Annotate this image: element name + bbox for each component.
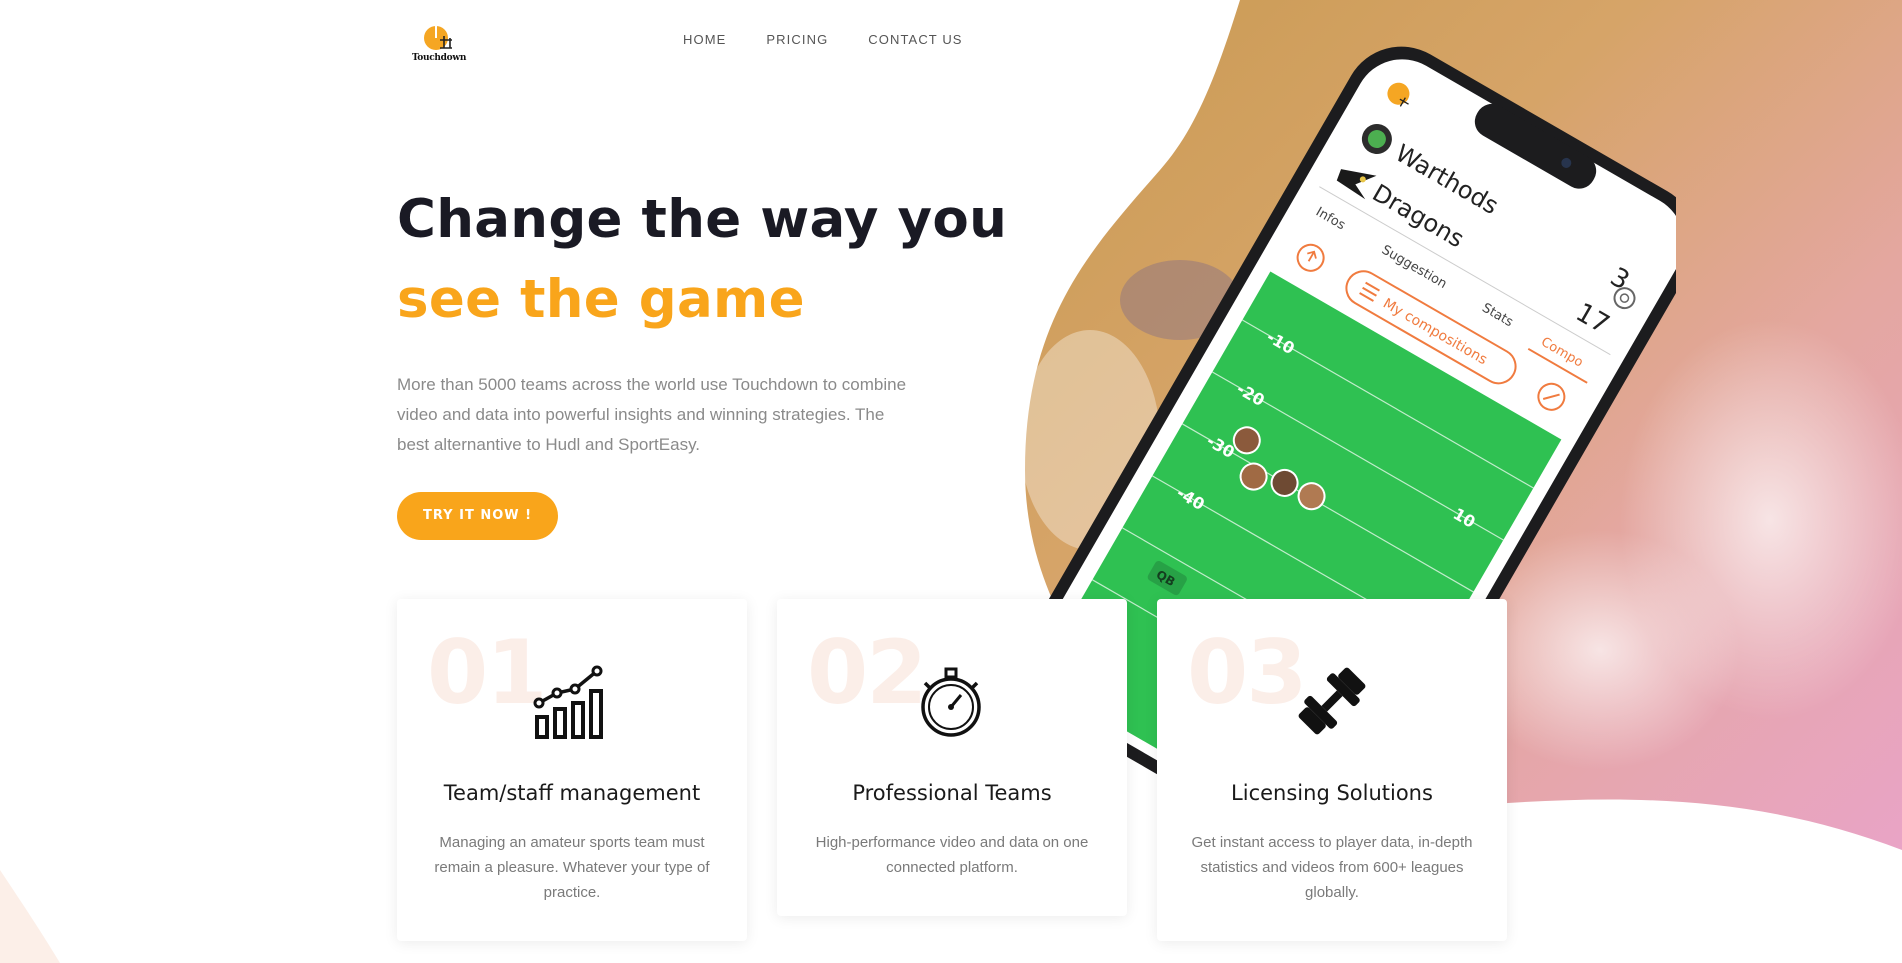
chart-growth-icon: [533, 665, 603, 739]
feature-title: Team/staff management: [443, 781, 701, 805]
feature-card: 01 Team/staff management Managing an ama…: [397, 599, 747, 941]
nav-pricing[interactable]: PRICING: [766, 32, 828, 47]
brand-name: Touchdown: [411, 53, 467, 63]
stopwatch-icon: [921, 667, 981, 737]
feature-title: Professional Teams: [852, 781, 1052, 805]
navbar: Touchdown HOME PRICING CONTACT US: [0, 0, 1902, 80]
main-nav: HOME PRICING CONTACT US: [683, 32, 1003, 47]
feature-description: High-performance video and data on one c…: [815, 834, 1089, 876]
hero-section: Change the way you see the game More tha…: [397, 188, 1008, 540]
feature-card: 03 Licensing Solutions Get instant acces…: [1157, 599, 1507, 941]
dumbbell-icon: [1298, 667, 1366, 735]
hero-title-line1: Change the way you: [397, 189, 1008, 250]
hero-title-line2: see the game: [397, 269, 805, 330]
try-it-now-button[interactable]: TRY IT NOW !: [397, 492, 559, 540]
brand-logo[interactable]: Touchdown: [412, 24, 466, 66]
feature-description: Managing an amateur sports team must rem…: [434, 834, 710, 901]
feature-card: 02 Professional Teams High-performance v…: [777, 599, 1127, 916]
nav-contact-us[interactable]: CONTACT US: [868, 32, 962, 47]
feature-title: Licensing Solutions: [1231, 781, 1433, 805]
hero-description: More than 5000 teams across the world us…: [397, 375, 907, 454]
feature-description: Get instant access to player data, in-de…: [1191, 834, 1473, 901]
nav-home[interactable]: HOME: [683, 32, 726, 47]
helmet-logo-icon: [424, 26, 452, 50]
decorative-corner: [0, 870, 60, 963]
